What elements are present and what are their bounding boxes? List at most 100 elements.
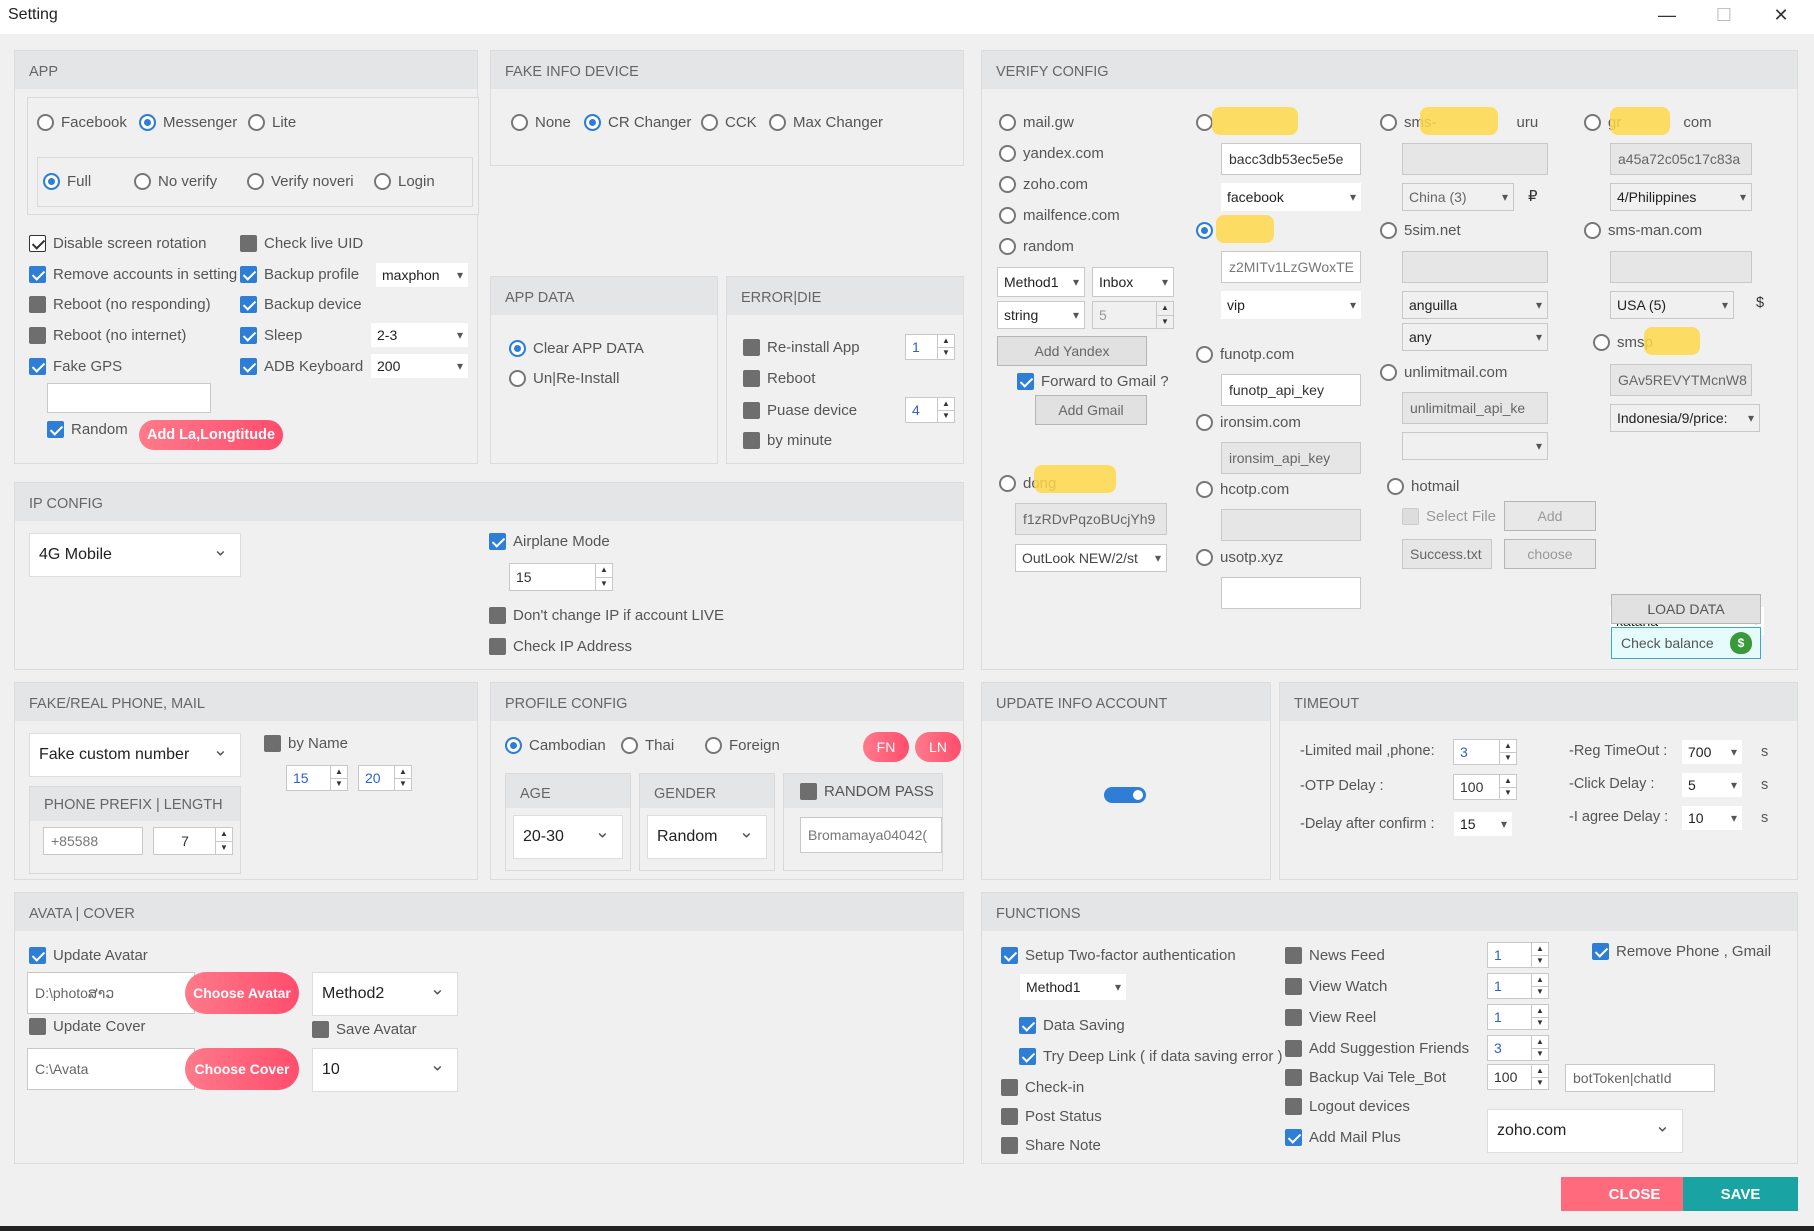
limited-stepper[interactable]: 3 ▲ ▼: [1453, 739, 1517, 765]
gps-input[interactable]: [47, 383, 211, 413]
reinstall-app-stepper[interactable]: 1 ▲ ▼: [905, 334, 955, 360]
view-reel-checkbox[interactable]: View Reel: [1285, 1009, 1376, 1026]
sms-country-select[interactable]: China (3): [1402, 183, 1514, 211]
two-factor-method-select[interactable]: Method1: [1019, 973, 1127, 1001]
add-gmail-button[interactable]: Add Gmail: [1035, 395, 1147, 425]
radio-hcotp[interactable]: hcotp.com: [1196, 481, 1289, 498]
delay-confirm-select[interactable]: 15: [1453, 811, 1513, 837]
add-mail-plus-checkbox[interactable]: Add Mail Plus: [1285, 1129, 1401, 1146]
airplane-stepper[interactable]: 15 ▲ ▼: [509, 563, 613, 591]
update-cover-checkbox[interactable]: Update Cover: [29, 1018, 146, 1035]
radio-mail-gw[interactable]: mail.gw: [999, 114, 1074, 131]
remove-accounts-checkbox[interactable]: Remove accounts in setting: [29, 266, 237, 283]
choose-avatar-button[interactable]: Choose Avatar: [185, 972, 299, 1014]
random-pass-checkbox[interactable]: RANDOM PASS: [800, 783, 934, 800]
forward-gmail-checkbox[interactable]: Forward to Gmail ?: [1017, 373, 1169, 390]
post-status-checkbox[interactable]: Post Status: [1001, 1108, 1102, 1125]
sms-man-key-input[interactable]: [1610, 251, 1752, 283]
ironsim-key-input[interactable]: ironsim_api_key: [1221, 442, 1361, 474]
mail-domain-select[interactable]: zoho.com: [1487, 1109, 1683, 1153]
reboot-no-responding-checkbox[interactable]: Reboot (no responding): [29, 296, 211, 313]
share-note-checkbox[interactable]: Share Note: [1001, 1137, 1101, 1154]
radio-cr-changer[interactable]: CR Changer: [584, 114, 691, 131]
save-button[interactable]: SAVE: [1683, 1177, 1798, 1211]
maximize-icon[interactable]: ☐: [1695, 0, 1753, 30]
save-avatar-checkbox[interactable]: Save Avatar: [312, 1021, 417, 1038]
backup-profile-select[interactable]: maxphon: [375, 262, 469, 288]
radio-login[interactable]: Login: [374, 173, 435, 190]
check-ip-checkbox[interactable]: Check IP Address: [489, 638, 632, 655]
pause-device-stepper[interactable]: 4 ▲ ▼: [905, 397, 955, 423]
radio-usotp[interactable]: usotp.xyz: [1196, 549, 1283, 566]
reinstall-app-checkbox[interactable]: Re-install App: [743, 339, 860, 356]
cover-count-select[interactable]: 10: [312, 1048, 458, 1092]
radio-sms-man[interactable]: sms-man.com: [1584, 222, 1702, 239]
radio-ironsim[interactable]: ironsim.com: [1196, 414, 1301, 431]
smsp-country-select[interactable]: Indonesia/9/price:: [1610, 404, 1760, 432]
close-icon[interactable]: ✕: [1752, 0, 1810, 30]
radio-cck[interactable]: CCK: [701, 114, 757, 131]
by-name-from-stepper[interactable]: 15 ▲ ▼: [286, 765, 348, 791]
radio-clear-app-data[interactable]: Clear APP DATA: [509, 340, 644, 357]
radio-thai[interactable]: Thai: [621, 737, 674, 754]
sms-man-country-select[interactable]: USA (5): [1610, 291, 1734, 319]
backup-device-checkbox[interactable]: Backup device: [240, 296, 362, 313]
phone-prefix-input[interactable]: +85588: [43, 827, 143, 855]
view-watch-checkbox[interactable]: View Watch: [1285, 978, 1387, 995]
age-select[interactable]: 20-30: [513, 815, 623, 859]
agree-delay-select[interactable]: 10: [1681, 805, 1743, 831]
add-friends-stepper[interactable]: 3 ▲ ▼: [1487, 1035, 1549, 1061]
update-avatar-checkbox[interactable]: Update Avatar: [29, 947, 148, 964]
sleep-checkbox[interactable]: Sleep: [240, 327, 302, 344]
backup-bot-checkbox[interactable]: Backup Vai Tele_Bot: [1285, 1069, 1446, 1086]
news-feed-stepper[interactable]: 1 ▲ ▼: [1487, 942, 1549, 968]
update-info-toggle[interactable]: [1104, 787, 1146, 803]
radio-foreign[interactable]: Foreign: [705, 737, 780, 754]
smsp-key-input[interactable]: GAv5REVYTMcnW8: [1610, 364, 1752, 396]
5sim-country-select[interactable]: anguilla: [1402, 291, 1548, 319]
sleep-select[interactable]: 2-3: [370, 322, 469, 348]
view-watch-stepper[interactable]: 1 ▲ ▼: [1487, 973, 1549, 999]
cover-path-input[interactable]: C:\Avata: [27, 1048, 195, 1090]
radio-zoho[interactable]: zoho.com: [999, 176, 1088, 193]
radio-reinstall[interactable]: Un|Re-Install: [509, 370, 619, 387]
radio-cambodian[interactable]: Cambodian: [505, 737, 606, 754]
radio-max-changer[interactable]: Max Changer: [769, 114, 883, 131]
password-input[interactable]: Bromamaya04042(: [800, 817, 942, 853]
sms-key-input[interactable]: [1402, 143, 1548, 175]
gr-country-select[interactable]: 4/Philippines: [1610, 183, 1752, 211]
adb-keyboard-checkbox[interactable]: ADB Keyboard: [240, 358, 363, 375]
add-hotmail-button[interactable]: Add: [1504, 501, 1596, 531]
by-name-to-stepper[interactable]: 20 ▲ ▼: [358, 765, 412, 791]
radio-5sim[interactable]: 5sim.net: [1380, 222, 1461, 239]
load-data-button[interactable]: LOAD DATA: [1611, 594, 1761, 624]
5sim-key-input[interactable]: [1402, 251, 1548, 283]
method-select[interactable]: Method1: [997, 267, 1085, 297]
dont-change-ip-checkbox[interactable]: Don't change IP if account LIVE: [489, 607, 724, 624]
dong-key-input[interactable]: f1zRDvPqzoBUcjYh9: [1015, 503, 1167, 535]
backup-profile-checkbox[interactable]: Backup profile: [240, 266, 359, 283]
radio-unlimitmail[interactable]: unlimitmail.com: [1380, 364, 1507, 381]
by-minute-checkbox[interactable]: by minute: [743, 432, 832, 449]
pause-device-checkbox[interactable]: Puase device: [743, 402, 857, 419]
inbox-select[interactable]: Inbox: [1092, 267, 1174, 297]
funotp-key-input[interactable]: funotp_api_key: [1221, 374, 1361, 406]
add-latlong-button[interactable]: Add La,Longtitude: [139, 420, 283, 450]
radio-yandex[interactable]: yandex.com: [999, 145, 1104, 162]
news-feed-checkbox[interactable]: News Feed: [1285, 947, 1385, 964]
provider-1-key-input[interactable]: bacc3db53ec5e5e: [1221, 143, 1361, 175]
fn-button[interactable]: FN: [863, 732, 909, 762]
provider-2-plan-select[interactable]: vip: [1221, 291, 1361, 319]
bot-token-input[interactable]: botToken|chatId: [1565, 1064, 1715, 1092]
choose-file-button[interactable]: choose: [1504, 539, 1596, 569]
ip-mode-select[interactable]: 4G Mobile: [29, 533, 241, 577]
usotp-key-input[interactable]: [1221, 577, 1361, 609]
check-live-uid-checkbox[interactable]: Check live UID: [240, 235, 363, 252]
outlook-select[interactable]: OutLook NEW/2/st: [1015, 544, 1167, 572]
reboot-no-internet-checkbox[interactable]: Reboot (no internet): [29, 327, 186, 344]
provider-1-app-select[interactable]: facebook: [1221, 183, 1361, 211]
phone-length-stepper[interactable]: 7 ▲ ▼: [153, 827, 233, 855]
choose-cover-button[interactable]: Choose Cover: [185, 1048, 299, 1090]
hcotp-key-input[interactable]: [1221, 509, 1361, 541]
radio-no-verify[interactable]: No verify: [134, 173, 217, 190]
